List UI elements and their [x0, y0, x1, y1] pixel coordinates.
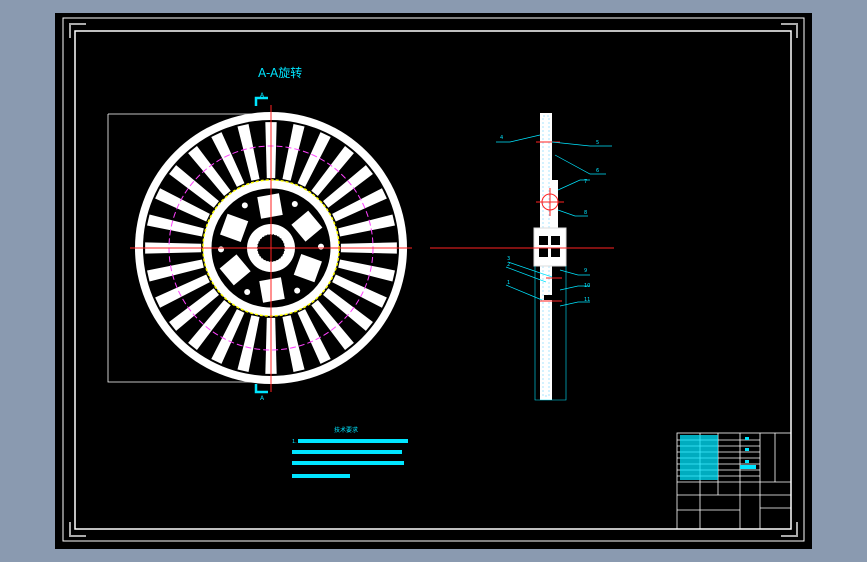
balloon-6: 6 [596, 168, 599, 174]
balloon-4: 4 [500, 135, 503, 141]
balloon-5: 5 [596, 140, 599, 146]
balloon-10: 10 [584, 283, 590, 289]
balloon-11: 11 [584, 297, 590, 303]
section-title: A-A旋转 [258, 65, 302, 80]
balloon-2: 2 [507, 262, 510, 268]
cad-drawing-canvas[interactable]: A-A旋转 A A 456783291 1011 技术要求 1. [0, 0, 867, 562]
balloon-7: 7 [584, 179, 587, 185]
notes-title: 技术要求 [334, 426, 358, 434]
balloon-8: 8 [584, 210, 587, 216]
damper-spring-window [259, 277, 285, 303]
notes-item-1: 1. [292, 439, 297, 445]
balloon-9: 9 [584, 268, 587, 274]
balloon-1: 1 [507, 280, 510, 286]
damper-spring-window [257, 193, 283, 219]
